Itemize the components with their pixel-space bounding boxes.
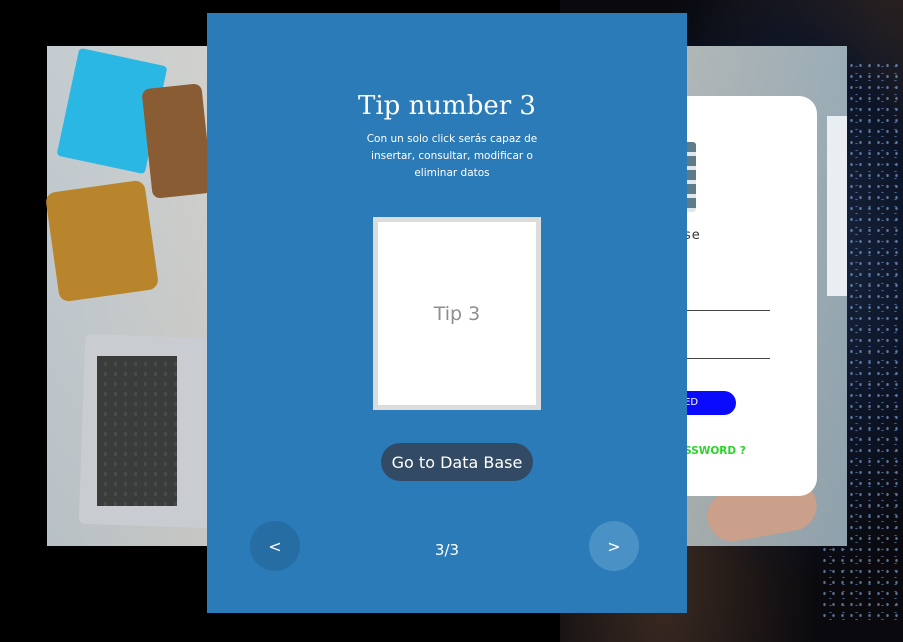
pouch-image [44,179,160,303]
tip-title: Tip number 3 [358,91,536,121]
tip-image-placeholder: Tip 3 [433,302,481,325]
tip-description: Con un solo click serás capaz de inserta… [366,133,538,179]
username-field[interactable] [684,310,770,311]
keyboard-image [97,356,177,506]
paper-image [827,116,847,296]
tip-image: Tip 3 [373,217,541,410]
password-field[interactable] [684,358,770,359]
next-tip-button[interactable]: > [589,521,639,571]
go-to-database-button[interactable]: Go to Data Base [381,443,533,481]
wallet-image [141,83,213,199]
tip-modal: Tip number 3 Con un solo click serás cap… [207,13,687,613]
